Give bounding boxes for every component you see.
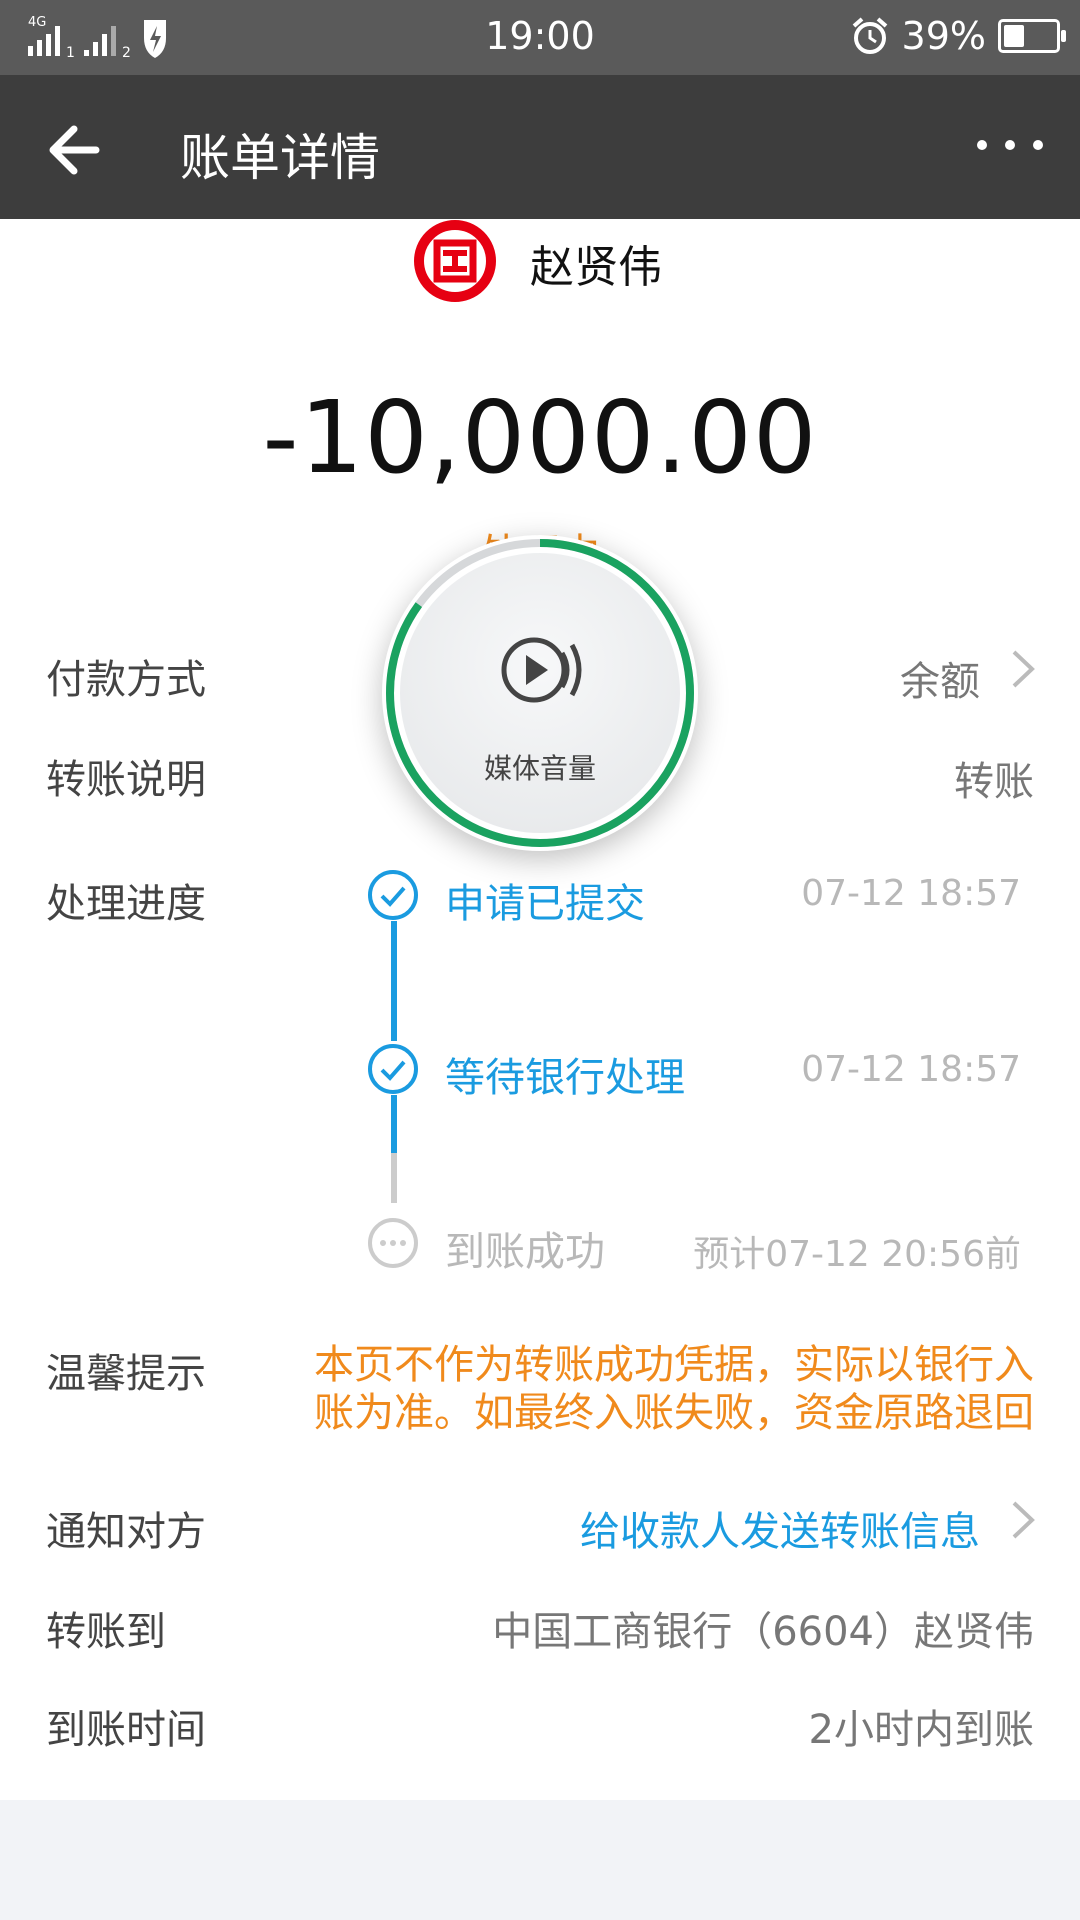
step-label: 到账成功 <box>445 1229 605 1275</box>
payment-method-label: 付款方式 <box>46 657 206 703</box>
step-time: 预计07-12 20:56前 <box>693 1234 1021 1275</box>
step-time: 07-12 18:57 <box>801 873 1021 914</box>
amount: -10,000.00 <box>262 379 818 496</box>
pending-circle-icon <box>368 1218 418 1268</box>
app-header: 账单详情 <box>0 75 1080 219</box>
more-options-icon[interactable] <box>970 115 1050 175</box>
timeline-line <box>391 1153 397 1203</box>
notify-link[interactable]: 给收款人发送转账信息 <box>580 1499 980 1557</box>
tip-label: 温馨提示 <box>46 1351 206 1397</box>
payee-name: 赵贤伟 <box>530 242 662 293</box>
battery-icon <box>998 19 1066 53</box>
transfer-note-value: 转账 <box>954 759 1034 805</box>
transfer-note-label: 转账说明 <box>46 757 206 803</box>
progress-label: 处理进度 <box>46 881 206 927</box>
payee: 赵贤伟 <box>0 219 1080 302</box>
check-circle-icon <box>368 870 418 920</box>
progress-timeline: 申请已提交 07-12 18:57 等待银行处理 07-12 18:57 到账成… <box>365 867 1065 1287</box>
payment-method-value[interactable]: 余额 <box>900 649 980 707</box>
media-volume-icon <box>501 637 582 703</box>
timeline-line <box>391 1095 397 1153</box>
step-time: 07-12 18:57 <box>801 1049 1021 1090</box>
chevron-right-icon[interactable] <box>1006 644 1040 694</box>
alarm-icon <box>852 17 887 54</box>
battery-percent: 39% <box>901 14 986 58</box>
tip-text: 本页不作为转账成功凭据，实际以银行入账为准。如最终入账失败，资金原路退回 <box>314 1342 1034 1436</box>
icbc-logo-icon <box>414 220 496 302</box>
arrival-time-label: 到账时间 <box>46 1707 206 1753</box>
check-circle-icon <box>368 1044 418 1094</box>
volume-label: 媒体音量 <box>483 752 596 785</box>
transfer-to-label: 转账到 <box>46 1609 166 1655</box>
timeline-line <box>391 921 397 1041</box>
status-bar: 4G 1 2 19:00 39% <box>0 0 1080 75</box>
media-volume-overlay[interactable]: 媒体音量 <box>382 535 698 851</box>
page-title: 账单详情 <box>180 129 380 187</box>
arrival-time-value: 2小时内到账 <box>808 1707 1034 1753</box>
transfer-to-value: 中国工商银行（6604）赵贤伟 <box>492 1609 1034 1655</box>
notify-label: 通知对方 <box>46 1509 206 1555</box>
bill-detail-content: 赵贤伟 -10,000.00 处理中 付款方式 余额 转账说明 转账 处理进度 … <box>0 219 1080 1800</box>
step-label: 等待银行处理 <box>445 1055 685 1101</box>
step-label: 申请已提交 <box>445 881 645 927</box>
back-arrow-icon[interactable] <box>40 115 110 185</box>
chevron-right-icon[interactable] <box>1006 1495 1040 1545</box>
